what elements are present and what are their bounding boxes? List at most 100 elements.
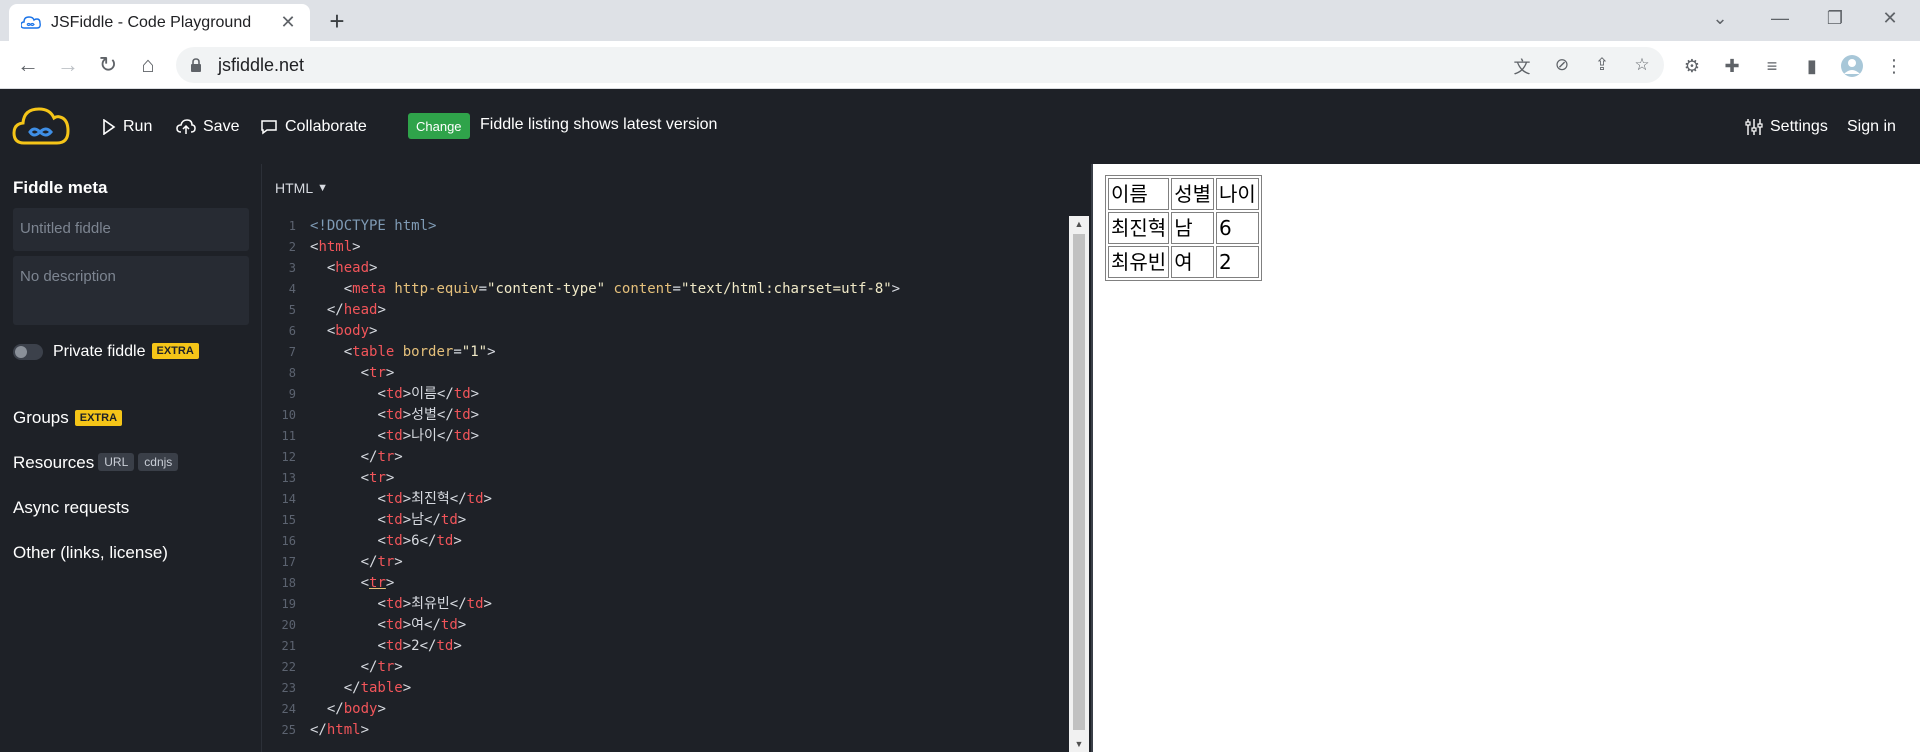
bookmark-star-icon[interactable]: ☆ (1630, 53, 1654, 77)
lock-icon[interactable] (190, 57, 204, 73)
private-fiddle-text: Private fiddle (53, 343, 146, 360)
browser-toolbar: ← → ↻ ⌂ jsfiddle.net 文 ⊘ ⇪ ☆ ⚙ ✚ ≡ ▮ ⋮ (0, 41, 1920, 89)
jsfiddle-logo-icon[interactable] (12, 105, 70, 147)
sidebar-item-other[interactable]: Other (links, license) (13, 543, 168, 563)
sidebar-title: Fiddle meta (13, 178, 108, 197)
private-fiddle-label: Private fiddle EXTRA (53, 343, 199, 361)
save-button[interactable]: Save (176, 113, 239, 141)
code-area[interactable]: 1 <!DOCTYPE html> 2 <html> 3 <head> 4 <met… (263, 216, 1069, 752)
browser-menu-icon[interactable]: ⋮ (1880, 52, 1908, 80)
tab-search-chevron-icon[interactable]: ⌄ (1690, 0, 1750, 36)
window-close-icon[interactable]: ✕ (1860, 0, 1920, 36)
sidebar-item-resources[interactable]: Resources URL cdnjs (13, 453, 179, 473)
code-line: 5 </head> (288, 302, 386, 318)
scroll-up-arrow-icon[interactable]: ▲ (1069, 216, 1089, 232)
minimize-icon[interactable]: — (1750, 0, 1810, 36)
sign-in-button[interactable]: Sign in (1847, 113, 1896, 141)
listing-text: Fiddle listing shows latest version (480, 116, 718, 133)
chat-bubble-icon (260, 119, 278, 135)
side-panel-icon[interactable]: ▮ (1798, 52, 1826, 80)
code-line: 19 <td>최유빈</td> (281, 596, 492, 612)
language-label: HTML (275, 180, 314, 196)
translate-icon[interactable]: 文 (1510, 53, 1534, 77)
table-cell: 최진혁 (1108, 212, 1170, 244)
extensions-puzzle-icon[interactable]: ✚ (1718, 52, 1746, 80)
table-cell: 6 (1216, 212, 1259, 244)
table-cell: 최유빈 (1108, 246, 1170, 278)
code-line: 10 <td>성별</td> (281, 407, 480, 423)
table-cell: 남 (1171, 212, 1215, 244)
profile-avatar[interactable] (1838, 52, 1866, 80)
code-line: 20 <td>여</td> (281, 617, 467, 633)
extra-badge: EXTRA (151, 343, 199, 359)
code-line: 9 <td>이름</td> (288, 386, 480, 402)
table-cell: 성별 (1171, 178, 1215, 210)
code-line: 11 <td>나이</td> (281, 428, 480, 444)
result-table: 이름 성별 나이 최진혁 남 6 최유빈 여 2 (1105, 175, 1262, 281)
code-line: 12 </tr> (281, 449, 403, 465)
code-line: 18 <tr> (281, 575, 395, 591)
code-line: 14 <td>최진혁</td> (281, 491, 492, 507)
restore-icon[interactable]: ❐ (1805, 0, 1865, 36)
table-row: 최진혁 남 6 (1108, 212, 1259, 244)
fiddle-name-input[interactable]: Untitled fiddle (13, 208, 249, 251)
language-selector[interactable]: HTML ▼ (275, 180, 328, 196)
sidebar-item-groups[interactable]: Groups EXTRA (13, 408, 123, 428)
code-line: 17 </tr> (281, 554, 403, 570)
url-text: jsfiddle.net (218, 54, 305, 75)
scroll-thumb[interactable] (1073, 234, 1085, 730)
code-line: 23 </table> (281, 680, 412, 696)
code-line: 8 <tr> (288, 365, 395, 381)
play-icon (102, 119, 116, 135)
code-line: 1 <!DOCTYPE html> (288, 218, 437, 234)
private-fiddle-toggle[interactable] (13, 344, 43, 360)
new-tab-button[interactable]: + (319, 6, 355, 36)
jsfiddle-header: Run Save Collaborate Change Fiddle listi… (0, 89, 1920, 164)
settings-button[interactable]: Settings (1745, 113, 1828, 141)
groups-label: Groups (13, 408, 69, 427)
browser-tabstrip: JSFiddle - Code Playground ✕ + ⌄ — ❐ ✕ (0, 0, 1920, 41)
groups-extra-badge: EXTRA (74, 410, 123, 426)
tab-close-icon[interactable]: ✕ (278, 12, 298, 33)
reload-icon[interactable]: ↻ (92, 49, 124, 81)
save-label: Save (203, 118, 240, 135)
code-line: 4 <meta http-equiv="content-type" conten… (288, 281, 901, 297)
code-line: 3 <head> (288, 260, 378, 276)
eye-off-icon[interactable]: ⊘ (1550, 53, 1574, 77)
resources-label: Resources (13, 453, 95, 472)
settings-label: Settings (1770, 118, 1828, 135)
change-button[interactable]: Change (408, 113, 470, 139)
sidebar-item-async-requests[interactable]: Async requests (13, 498, 129, 518)
browser-tab[interactable]: JSFiddle - Code Playground ✕ (9, 4, 310, 41)
resource-chip-url[interactable]: URL (98, 453, 135, 471)
run-label: Run (123, 118, 153, 135)
result-panel: 이름 성별 나이 최진혁 남 6 최유빈 여 2 (1091, 164, 1920, 752)
tab-title: JSFiddle - Code Playground (51, 13, 252, 31)
resource-chip-cdnjs[interactable]: cdnjs (138, 453, 179, 471)
jsfiddle-favicon-icon (21, 15, 41, 31)
address-bar[interactable]: jsfiddle.net 文 ⊘ ⇪ ☆ (176, 47, 1664, 83)
html-editor-panel: HTML ▼ 1 <!DOCTYPE html> 2 <html> 3 <head>… (263, 164, 1091, 752)
scroll-down-arrow-icon[interactable]: ▼ (1069, 736, 1089, 752)
media-queue-icon[interactable]: ≡ (1758, 52, 1786, 80)
sliders-icon (1745, 118, 1763, 136)
code-line: 16 <td>6</td> (281, 533, 462, 549)
editor-scrollbar[interactable]: ▲ ▼ (1069, 216, 1089, 752)
code-line: 24 </body> (281, 701, 386, 717)
home-icon[interactable]: ⌂ (132, 49, 164, 81)
fiddle-description-input[interactable]: No description (13, 256, 249, 325)
collaborate-button[interactable]: Collaborate (260, 113, 367, 141)
code-line: 2 <html> (288, 239, 361, 255)
table-cell: 2 (1216, 246, 1259, 278)
table-row: 이름 성별 나이 (1108, 178, 1259, 210)
run-button[interactable]: Run (102, 113, 152, 141)
table-cell: 이름 (1108, 178, 1170, 210)
table-cell: 여 (1171, 246, 1215, 278)
code-line: 7 <table border="1"> (288, 344, 496, 360)
code-line: 21 <td>2</td> (281, 638, 462, 654)
cloud-upload-icon (176, 119, 196, 135)
back-arrow-icon[interactable]: ← (12, 49, 44, 81)
share-icon[interactable]: ⇪ (1590, 53, 1614, 77)
forward-arrow-icon[interactable]: → (52, 49, 84, 81)
extension-gear-icon[interactable]: ⚙ (1678, 52, 1706, 80)
